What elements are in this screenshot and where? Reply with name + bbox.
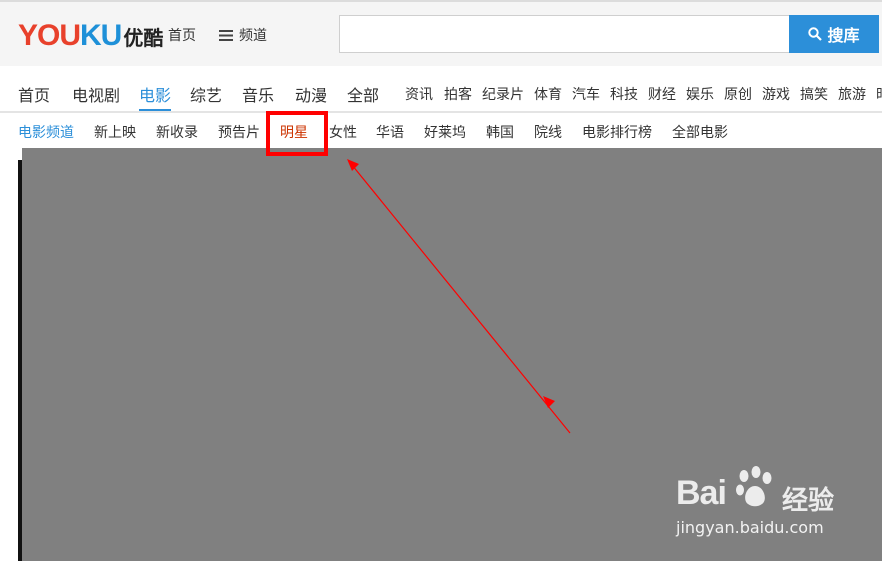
sub-nav-item-female[interactable]: 女性 <box>329 122 357 142</box>
sub-nav-item-cinema[interactable]: 院线 <box>534 122 562 142</box>
sub-nav-item-movie-channel[interactable]: 电影频道 <box>18 122 74 142</box>
sub-nav-item-hollywood[interactable]: 好莱坞 <box>424 122 466 142</box>
main-nav: 首页 电视剧 电影 综艺 音乐 动漫 全部 资讯 拍客 纪录片 体育 汽车 科技… <box>0 78 882 108</box>
main-nav-item-paike[interactable]: 拍客 <box>444 84 472 104</box>
sub-nav-item-ranking[interactable]: 电影排行榜 <box>582 122 652 142</box>
menu-icon <box>219 29 233 41</box>
main-nav-item-documentary[interactable]: 纪录片 <box>482 84 524 104</box>
paw-icon <box>736 466 772 507</box>
main-nav-item-variety[interactable]: 综艺 <box>190 82 222 106</box>
baidu-watermark: Bai 经验 jingyan.baidu.com <box>676 466 876 546</box>
sub-nav-item-stars[interactable]: 明星 <box>280 122 308 142</box>
sub-nav: 电影频道 新上映 新收录 预告片 明星 女性 华语 好莱坞 韩国 院线 电影排行… <box>0 118 882 142</box>
logo-text-cn: 优酷 <box>123 26 164 50</box>
main-nav-item-home[interactable]: 首页 <box>18 82 50 106</box>
main-nav-item-news[interactable]: 资讯 <box>405 84 433 104</box>
sub-nav-item-new-release[interactable]: 新上映 <box>94 122 136 142</box>
main-nav-item-travel[interactable]: 旅游 <box>838 84 866 104</box>
main-nav-item-ent[interactable]: 娱乐 <box>686 84 714 104</box>
sub-nav-item-chinese[interactable]: 华语 <box>376 122 404 142</box>
main-nav-item-auto[interactable]: 汽车 <box>572 84 600 104</box>
watermark-brand-left: Bai <box>676 474 727 512</box>
sub-nav-item-new-added[interactable]: 新收录 <box>156 122 198 142</box>
search-button-label: 搜库 <box>827 26 860 45</box>
channel-menu-button[interactable]: 频道 <box>219 25 267 45</box>
main-nav-item-funny[interactable]: 搞笑 <box>800 84 828 104</box>
main-nav-item-more[interactable]: 时 <box>876 84 882 104</box>
main-nav-item-original[interactable]: 原创 <box>724 84 752 104</box>
channel-label: 频道 <box>239 28 267 44</box>
watermark-url: jingyan.baidu.com <box>676 518 824 537</box>
top-border <box>0 0 882 2</box>
logo-text-en: YOUKU <box>18 18 122 54</box>
home-link[interactable]: 首页 <box>168 25 196 45</box>
main-nav-item-tech[interactable]: 科技 <box>610 84 638 104</box>
main-nav-item-movie[interactable]: 电影 <box>139 82 171 106</box>
logo-you: YOU <box>18 19 81 52</box>
main-nav-item-music[interactable]: 音乐 <box>242 82 274 106</box>
main-nav-item-anime[interactable]: 动漫 <box>295 82 327 106</box>
sub-nav-item-trailer[interactable]: 预告片 <box>218 122 260 142</box>
watermark-brand-right: 经验 <box>782 486 835 516</box>
main-nav-item-games[interactable]: 游戏 <box>762 84 790 104</box>
sub-nav-item-all-movies[interactable]: 全部电影 <box>672 122 728 142</box>
search-button[interactable]: 搜库 <box>789 15 879 53</box>
search-input[interactable] <box>339 15 789 53</box>
search-icon <box>808 27 823 41</box>
main-nav-item-all[interactable]: 全部 <box>347 82 379 106</box>
main-nav-item-sports[interactable]: 体育 <box>534 84 562 104</box>
logo-ku: KU <box>80 19 122 52</box>
main-nav-item-tv[interactable]: 电视剧 <box>72 82 120 106</box>
youku-logo[interactable]: YOUKU 优酷 <box>18 18 163 54</box>
main-nav-item-finance[interactable]: 财经 <box>648 84 676 104</box>
sub-nav-item-korea[interactable]: 韩国 <box>486 122 514 142</box>
nav-divider <box>0 111 882 113</box>
